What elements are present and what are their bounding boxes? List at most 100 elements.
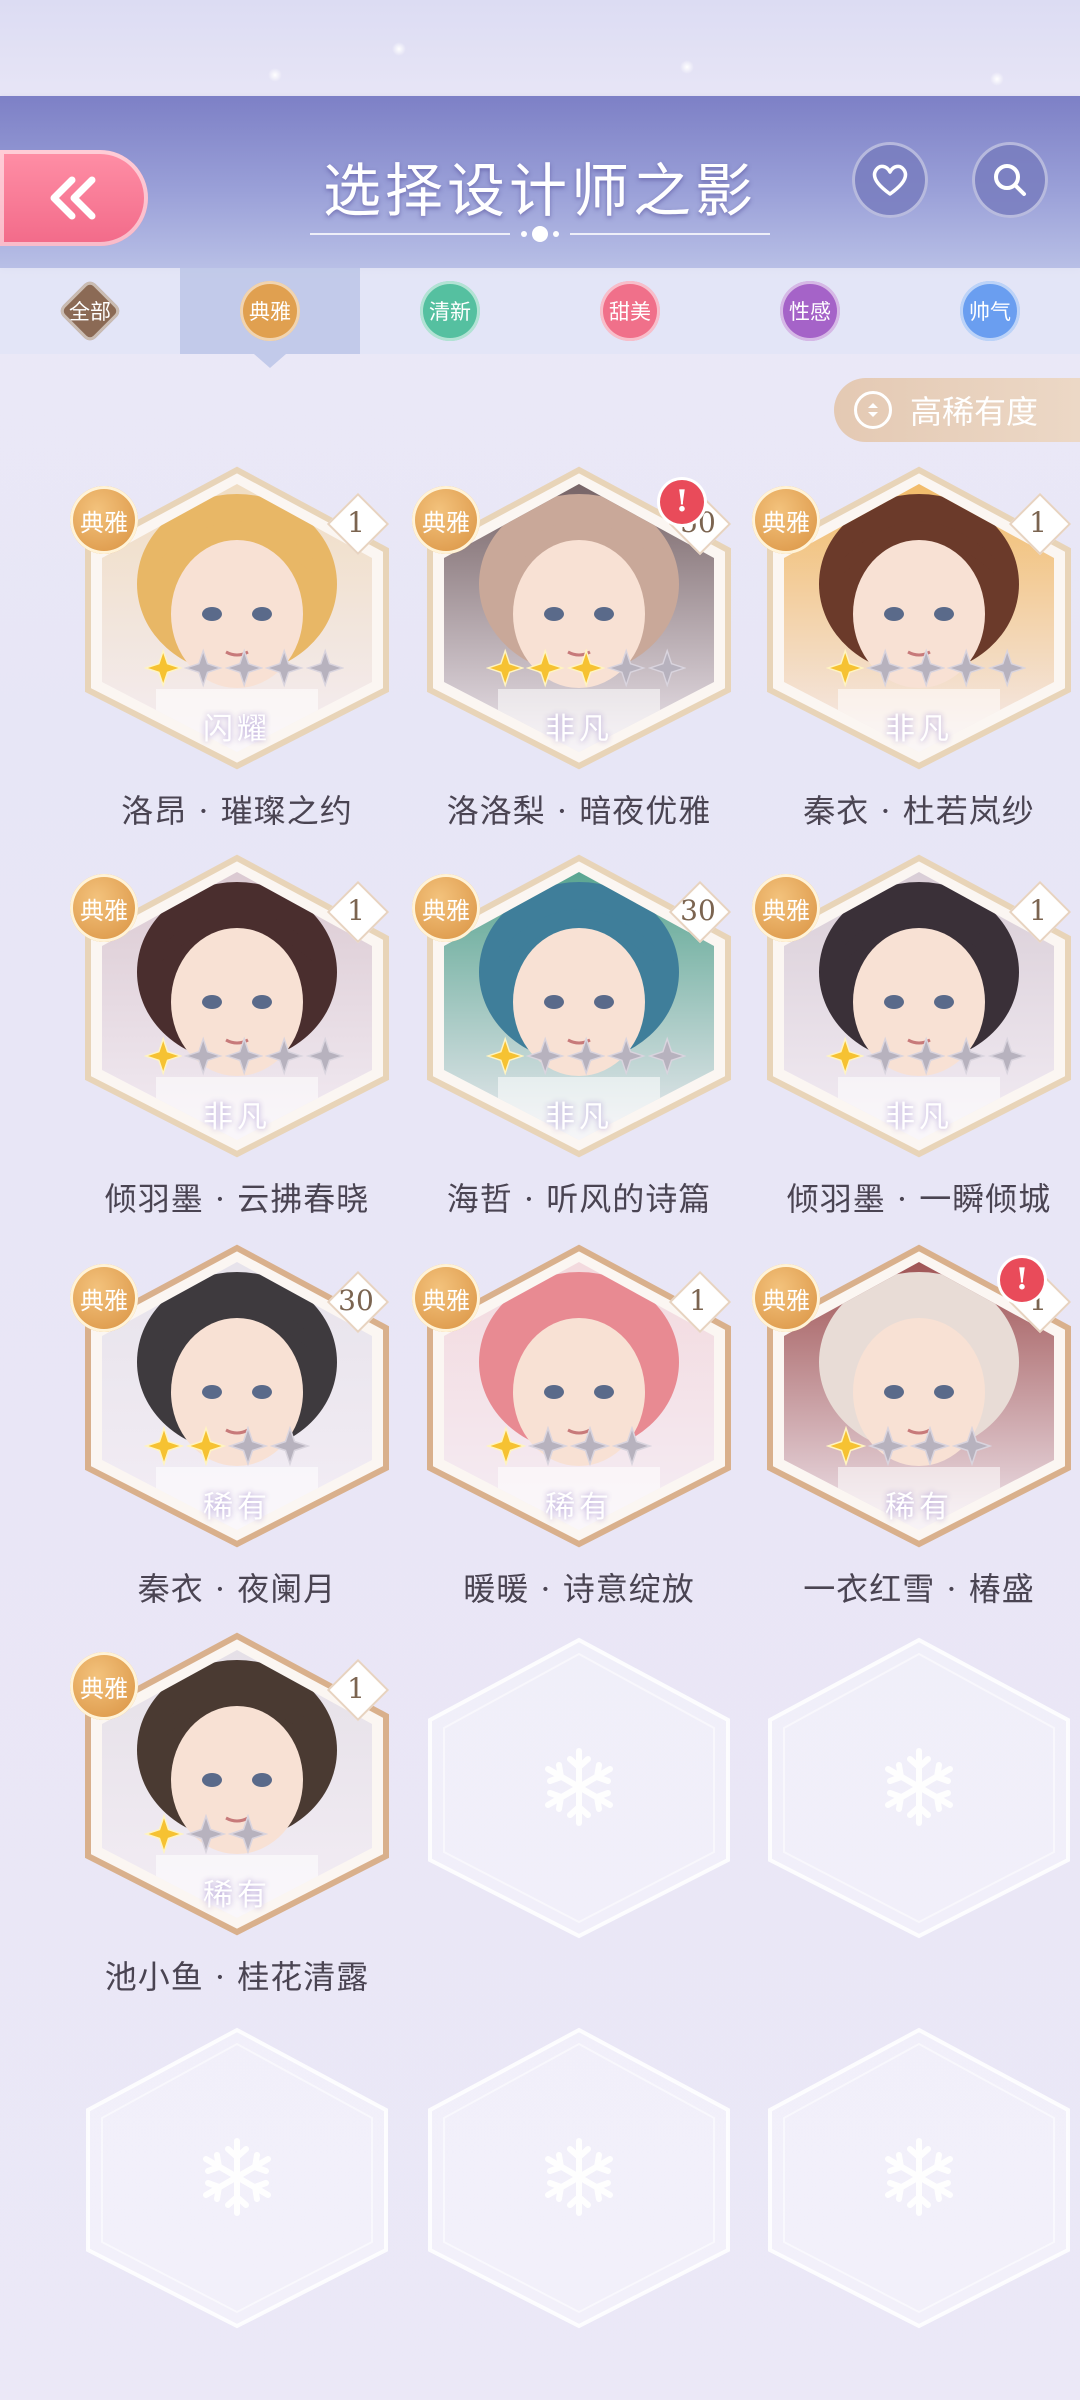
rarity-label: 非凡 bbox=[545, 712, 613, 747]
count-badge: 30 bbox=[328, 1272, 384, 1328]
star-filled-icon bbox=[144, 1426, 184, 1466]
top-decor bbox=[0, 0, 1080, 96]
rarity-label: 闪耀 bbox=[203, 712, 271, 747]
designer-card[interactable]: 典雅 1 稀有 池小鱼 · 桂花清露 bbox=[66, 1630, 408, 2020]
card-name: 秦衣 · 杜若岚纱 bbox=[803, 792, 1035, 830]
designer-card[interactable]: 典雅 1 闪耀 洛昂 · 璀璨之约 bbox=[66, 464, 408, 854]
style-badge: 典雅 bbox=[412, 1264, 480, 1332]
designer-card[interactable]: 典雅 30 非凡 海哲 · 听风的诗篇 bbox=[408, 852, 750, 1242]
sort-rarity-button[interactable]: 高稀有度 bbox=[834, 378, 1080, 442]
designer-card[interactable]: 典雅 30 稀有 秦衣 · 夜阑月 bbox=[66, 1242, 408, 1632]
star-empty-icon bbox=[866, 1036, 905, 1076]
empty-slot bbox=[748, 1634, 1080, 1940]
star-empty-icon bbox=[906, 648, 946, 688]
star-filled-icon bbox=[144, 648, 183, 688]
card-name: 暖暖 · 诗意绽放 bbox=[463, 1570, 695, 1608]
tab-badge: 全部 bbox=[57, 278, 123, 344]
star-empty-icon bbox=[570, 1426, 610, 1466]
tab-badge: 性感 bbox=[780, 281, 840, 341]
empty-slot bbox=[748, 2024, 1080, 2330]
star-filled-icon bbox=[486, 1426, 526, 1466]
rarity-label: 稀有 bbox=[203, 1490, 271, 1525]
card-name: 洛昂 · 璀璨之约 bbox=[121, 792, 353, 830]
alert-icon: ! bbox=[660, 480, 704, 524]
count-badge: 1 bbox=[1010, 494, 1066, 550]
sparkle bbox=[268, 68, 282, 82]
star-empty-icon bbox=[186, 1814, 226, 1854]
heart-icon bbox=[872, 164, 908, 196]
star-empty-icon bbox=[868, 1426, 908, 1466]
star-empty-icon bbox=[526, 1036, 565, 1076]
star-empty-icon bbox=[184, 1036, 223, 1076]
star-filled-icon bbox=[486, 1036, 525, 1076]
card-name: 洛洛梨 · 暗夜优雅 bbox=[446, 792, 712, 830]
star-empty-icon bbox=[566, 1036, 606, 1076]
count-badge: 1 bbox=[328, 882, 384, 938]
tab-badge: 清新 bbox=[420, 281, 480, 341]
count-badge: 30 bbox=[670, 882, 726, 938]
alert-icon: ! bbox=[1000, 1258, 1044, 1302]
designer-card[interactable]: 典雅 1 非凡 倾羽墨 · 云拂春晓 bbox=[66, 852, 408, 1242]
star-empty-icon bbox=[528, 1426, 568, 1466]
tab-sexy[interactable]: 性感 bbox=[720, 268, 900, 354]
style-badge: 典雅 bbox=[752, 1264, 820, 1332]
favorite-button[interactable] bbox=[852, 142, 928, 218]
designer-card[interactable]: 典雅 1 非凡 倾羽墨 · 一瞬倾城 bbox=[748, 852, 1080, 1242]
star-empty-icon bbox=[866, 648, 905, 688]
sparkle bbox=[392, 42, 406, 56]
star-empty-icon bbox=[305, 648, 345, 688]
empty-slot bbox=[408, 1634, 750, 1940]
star-empty-icon bbox=[987, 648, 1027, 688]
star-empty-icon bbox=[607, 648, 646, 688]
designer-card[interactable]: 典雅 1 ! 稀有 一衣红雪 · 椿盛 bbox=[748, 1242, 1080, 1632]
card-name: 倾羽墨 · 一瞬倾城 bbox=[786, 1180, 1052, 1218]
count-badge: 1 bbox=[328, 1660, 384, 1716]
star-filled-icon bbox=[486, 648, 525, 688]
star-rating bbox=[486, 648, 687, 694]
rarity-label: 非凡 bbox=[545, 1100, 613, 1135]
tab-all[interactable]: 全部 bbox=[0, 268, 180, 354]
star-empty-icon bbox=[228, 1814, 268, 1854]
star-empty-icon bbox=[647, 648, 687, 688]
star-empty-icon bbox=[612, 1426, 652, 1466]
star-empty-icon bbox=[224, 648, 264, 688]
tab-cool[interactable]: 帅气 bbox=[900, 268, 1080, 354]
search-button[interactable] bbox=[972, 142, 1048, 218]
star-empty-icon bbox=[952, 1426, 992, 1466]
card-name: 一衣红雪 · 椿盛 bbox=[803, 1570, 1035, 1608]
star-empty-icon bbox=[184, 648, 223, 688]
style-badge: 典雅 bbox=[70, 486, 138, 554]
card-name: 池小鱼 · 桂花清露 bbox=[104, 1958, 370, 1996]
star-empty-icon bbox=[947, 648, 986, 688]
sparkle bbox=[680, 60, 694, 74]
star-filled-icon bbox=[526, 648, 565, 688]
empty-slot bbox=[66, 2024, 408, 2330]
star-filled-icon bbox=[144, 1814, 184, 1854]
card-name: 秦衣 · 夜阑月 bbox=[137, 1570, 337, 1608]
designer-card[interactable]: 典雅 1 稀有 暖暖 · 诗意绽放 bbox=[408, 1242, 750, 1632]
designer-card[interactable]: 典雅 50 ! 非凡 洛洛梨 · 暗夜优雅 bbox=[408, 464, 750, 854]
designer-card[interactable]: 典雅 1 非凡 秦衣 · 杜若岚纱 bbox=[748, 464, 1080, 854]
tab-elegant[interactable]: 典雅 bbox=[180, 268, 360, 368]
tab-badge: 帅气 bbox=[960, 281, 1020, 341]
star-empty-icon bbox=[647, 1036, 687, 1076]
star-empty-icon bbox=[228, 1426, 268, 1466]
count-badge: 1 bbox=[1010, 882, 1066, 938]
style-badge: 典雅 bbox=[752, 874, 820, 942]
tab-sweet[interactable]: 甜美 bbox=[540, 268, 720, 354]
style-badge: 典雅 bbox=[70, 874, 138, 942]
category-tabs: 全部 典雅 清新 甜美 性感 帅气 bbox=[0, 268, 1080, 368]
header-bar: 选择设计师之影 bbox=[0, 96, 1080, 268]
rarity-label: 稀有 bbox=[545, 1490, 613, 1525]
star-rating bbox=[144, 648, 345, 694]
star-empty-icon bbox=[607, 1036, 646, 1076]
tab-fresh[interactable]: 清新 bbox=[360, 268, 540, 354]
style-badge: 典雅 bbox=[70, 1264, 138, 1332]
count-badge: 1 bbox=[328, 494, 384, 550]
rarity-label: 非凡 bbox=[885, 712, 953, 747]
search-icon bbox=[994, 164, 1026, 196]
star-filled-icon bbox=[826, 1036, 865, 1076]
star-rating bbox=[826, 648, 1027, 694]
star-rating bbox=[144, 1814, 344, 1860]
star-empty-icon bbox=[270, 1426, 310, 1466]
